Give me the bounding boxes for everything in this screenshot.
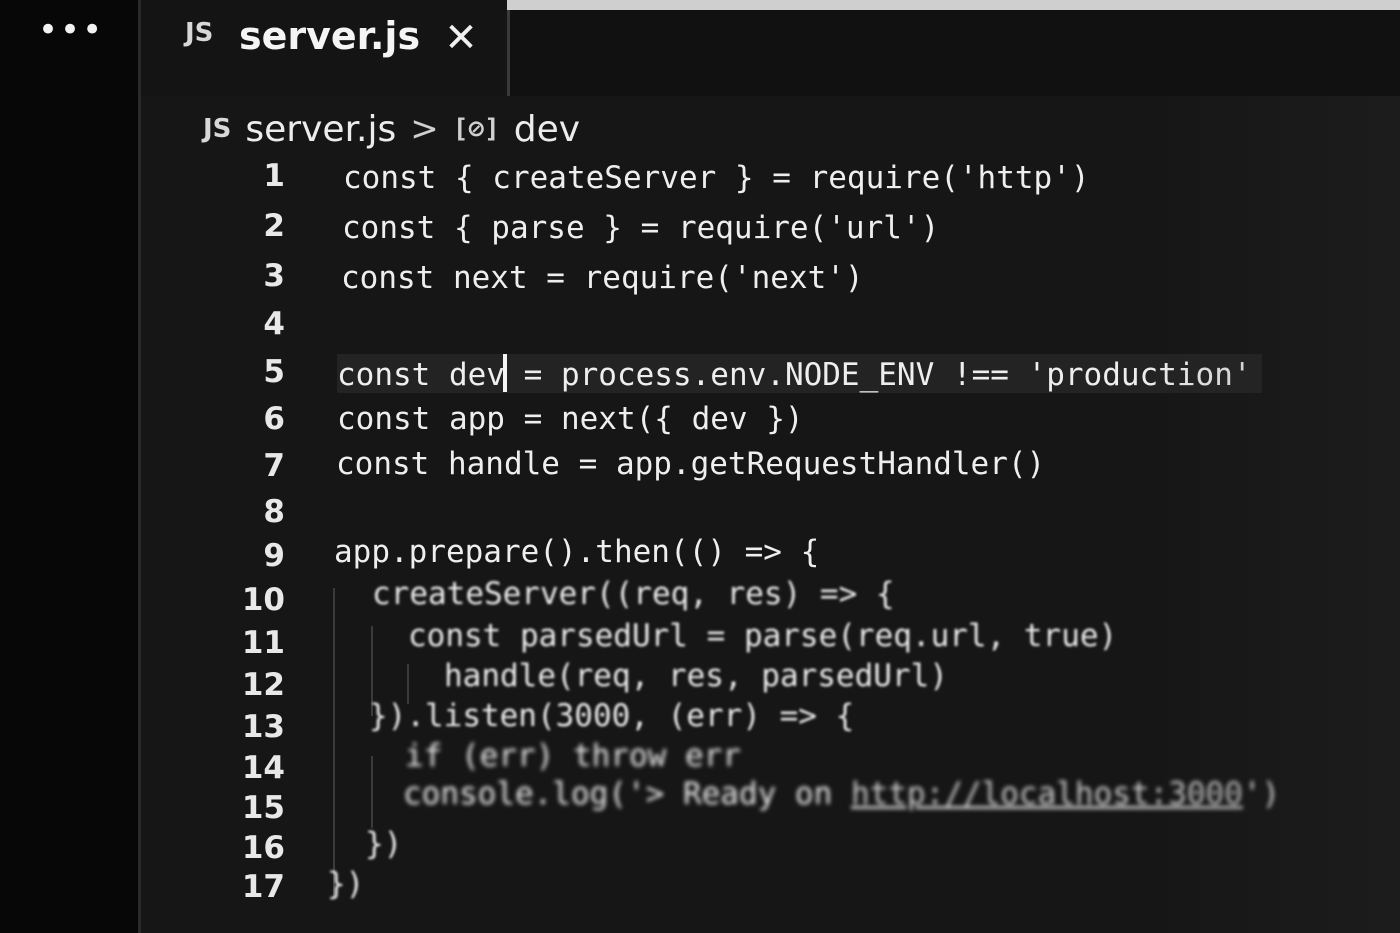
- code-line-13: }).listen(3000, (err) => {: [369, 698, 855, 734]
- code-line-6: const app = next({ dev }): [337, 401, 804, 437]
- code-line-10: createServer((req, res) => {: [372, 576, 895, 612]
- tab-strip-empty-area: [507, 0, 1400, 99]
- tab-strip-edge: [507, 0, 1400, 10]
- code-line-15: console.log('> Ready on http://localhost…: [403, 776, 1280, 812]
- code-text: = process.env.NODE_ENV !== 'production': [504, 357, 1252, 393]
- js-file-icon: JS: [185, 18, 214, 48]
- code-line-17: }): [327, 866, 365, 902]
- indent-guide: [333, 588, 335, 898]
- activity-bar: •••: [0, 0, 141, 933]
- code-line-7: const handle = app.getRequestHandler(): [336, 446, 1046, 482]
- tab-strip: JS server.js ✕: [141, 0, 1400, 99]
- code-editor[interactable]: JS server.js > [⊘] dev 1 2 3 4 5 6 7 8 9…: [141, 96, 1400, 933]
- tab-label: server.js: [239, 14, 421, 58]
- code-line-14: if (err) throw err: [405, 738, 741, 774]
- code-line-11: const parsedUrl = parse(req.url, true): [408, 618, 1118, 654]
- localhost-link[interactable]: http://localhost:3000: [851, 776, 1243, 812]
- indent-guide: [371, 756, 373, 828]
- code-text: '): [1242, 776, 1281, 812]
- code-text: const dev: [337, 357, 505, 393]
- code-area[interactable]: const { createServer } = require('http')…: [141, 96, 1400, 933]
- code-line-2: const { parse } = require('url'): [342, 210, 940, 246]
- code-line-1: const { createServer } = require('http'): [343, 160, 1090, 196]
- code-line-5-current: const dev = process.env.NODE_ENV !== 'pr…: [337, 354, 1262, 393]
- code-line-16: }): [365, 826, 403, 862]
- tab-server-js[interactable]: JS server.js ✕: [141, 0, 507, 96]
- close-icon[interactable]: ✕: [441, 18, 481, 58]
- code-line-3: const next = require('next'): [341, 260, 864, 296]
- code-line-12: handle(req, res, parsedUrl): [444, 658, 948, 694]
- code-text: console.log('> Ready on: [403, 776, 851, 812]
- code-line-9: app.prepare().then(() => {: [334, 534, 820, 570]
- more-actions-button[interactable]: •••: [38, 12, 102, 48]
